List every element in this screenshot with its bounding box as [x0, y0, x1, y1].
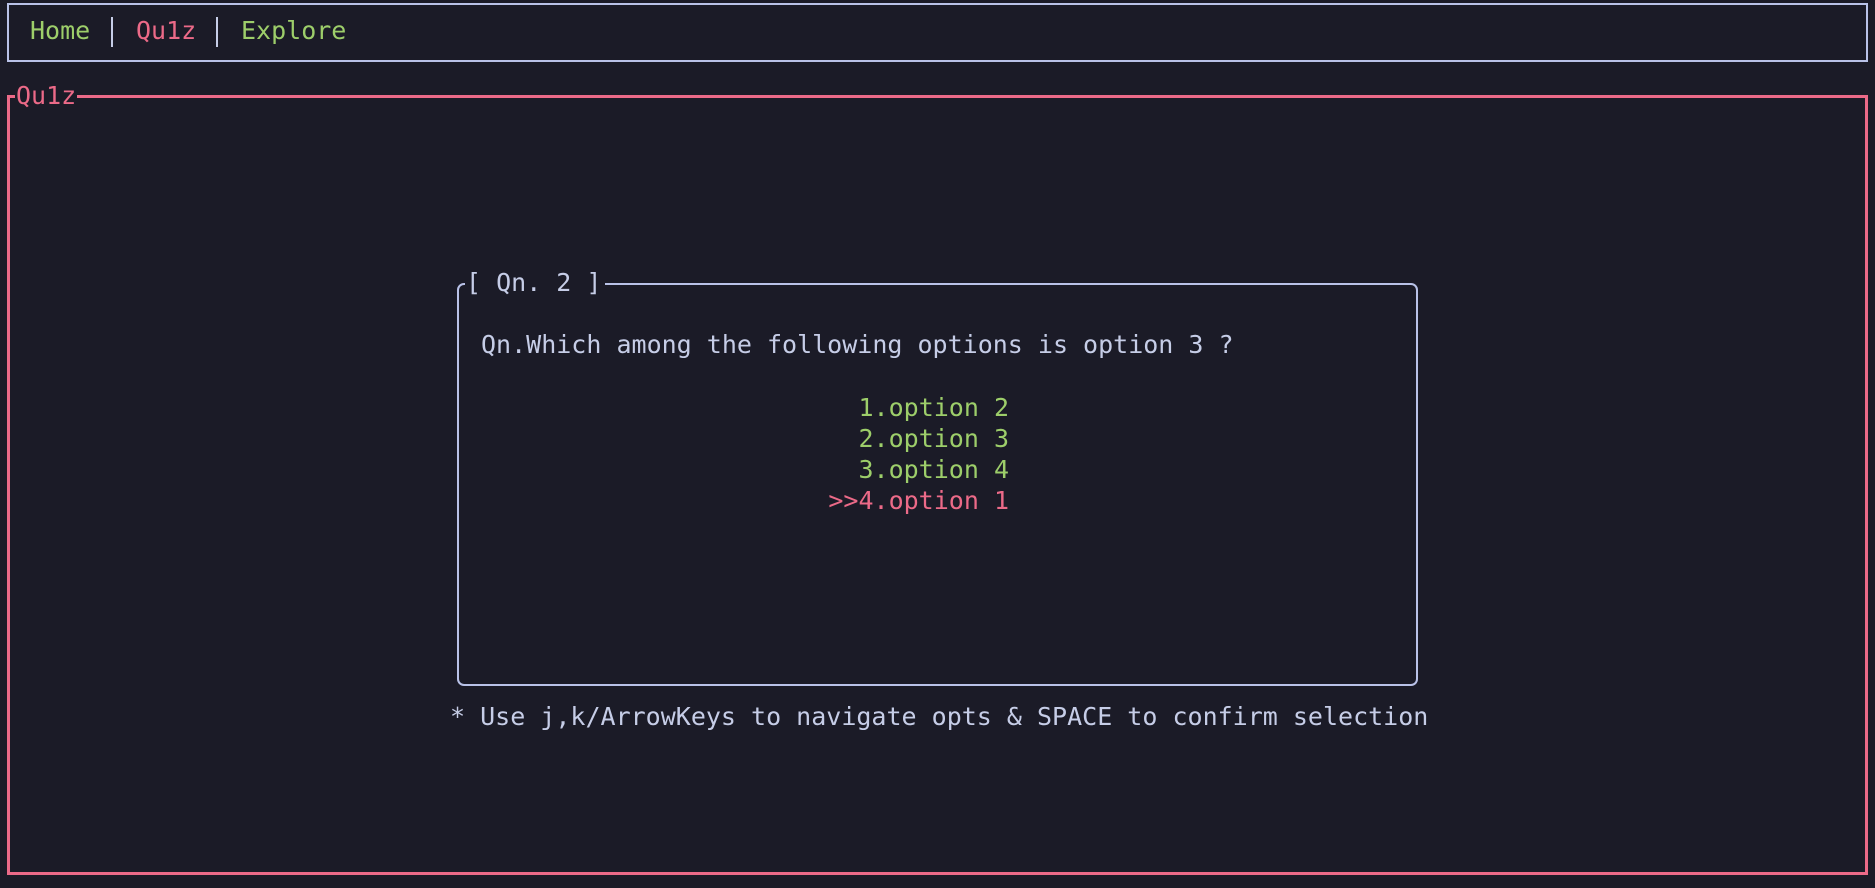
option-item-selected[interactable]: >>4.option 1: [828, 485, 1009, 516]
navigation-hint: * Use j,k/ArrowKeys to navigate opts & S…: [450, 702, 1429, 731]
nav-item-quiz[interactable]: Qu1z: [136, 15, 196, 47]
nav-separator: [111, 17, 113, 47]
option-item[interactable]: 1.option 2: [828, 392, 1009, 423]
question-number-title: [ Qn. 2 ]: [465, 267, 606, 299]
option-item[interactable]: 2.option 3: [828, 423, 1009, 454]
nav-item-explore[interactable]: Explore: [241, 15, 346, 47]
quiz-panel-title: Qu1z: [15, 81, 78, 111]
options-list: 1.option 2 2.option 3 3.option 4 >>4.opt…: [828, 392, 1009, 516]
nav-separator: [216, 17, 218, 47]
nav-item-home[interactable]: Home: [30, 15, 90, 47]
option-item[interactable]: 3.option 4: [828, 454, 1009, 485]
question-text: Qn.Which among the following options is …: [481, 330, 1234, 359]
